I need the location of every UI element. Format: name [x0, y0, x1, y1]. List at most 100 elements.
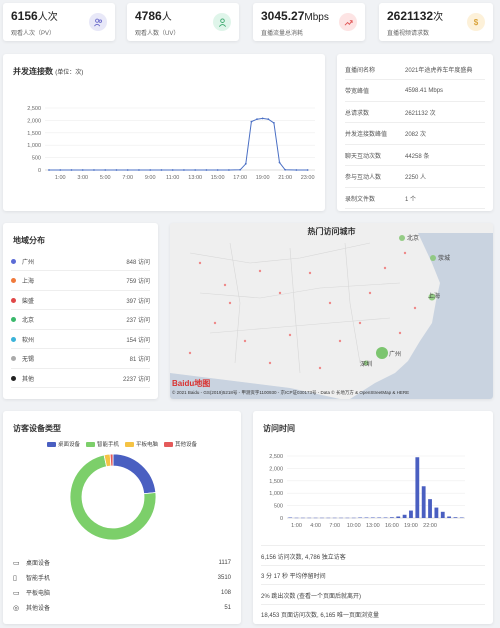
data-point — [194, 169, 197, 171]
y-tick-label: 1,500 — [269, 479, 283, 485]
device-name: 桌面设备 — [26, 561, 51, 567]
x-tick-label: 7:00 — [122, 175, 133, 181]
visit-card: 访问时间 0 500 1,000 1,500 2,000 2,500 1:00 4:00 7:0… — [253, 411, 493, 624]
city-dot-guangzhou — [376, 347, 388, 359]
city-label: 广州 — [389, 352, 402, 358]
x-tick-label: 13:00 — [366, 523, 380, 529]
bar — [434, 507, 439, 518]
x-tick-label: 16:00 — [385, 523, 399, 529]
y-tick-label: 1,500 — [27, 131, 41, 137]
y-tick-label: 1,000 — [269, 491, 283, 497]
region-dot — [11, 258, 16, 264]
concurrent-line-chart: 0 500 1,000 1,500 2,000 2,500 1:00 3:00 5:00 7:00… — [27, 106, 315, 181]
stat-unit: 次 — [433, 12, 444, 23]
city-label: 荥城 — [438, 256, 451, 262]
stat-value: 2621132 — [387, 9, 434, 23]
x-tick-label: 22:00 — [423, 523, 437, 529]
device-value: 3510 — [217, 574, 231, 581]
data-point — [306, 169, 309, 171]
device-row: ▯ 智能手机 3510 — [13, 570, 231, 585]
info-key: 参与互动人数 — [345, 175, 382, 181]
bar — [428, 499, 432, 518]
data-point — [48, 169, 50, 171]
x-tick-label: 1:00 — [55, 175, 66, 181]
region-dot — [11, 278, 16, 283]
x-tick-label: 10:00 — [347, 523, 361, 529]
info-key: 录制文件数 — [345, 196, 376, 203]
x-tick-label: 5:00 — [100, 175, 111, 181]
visit-stat-row: 2% 跳出次数 (查看一个页面后就离开) — [261, 584, 485, 605]
x-tick-label: 3:00 — [77, 175, 88, 181]
region-row: 广州 848 访问 — [11, 252, 150, 271]
region-name: 其他 — [22, 376, 35, 383]
legend-swatch — [125, 441, 135, 447]
info-row: 聊天互动次数 44258 条 — [345, 145, 485, 166]
data-point — [81, 169, 84, 171]
region-name: 广州 — [22, 259, 35, 266]
device-donut-chart — [69, 453, 157, 541]
region-dot — [11, 336, 16, 342]
x-tick-label: 4:00 — [310, 523, 321, 529]
region-value: 2237 访问 — [122, 376, 150, 383]
region-row: 上海 759 访问 — [11, 272, 150, 291]
pie-slice — [112, 453, 157, 495]
x-tick-label: 9:00 — [145, 175, 156, 181]
city-map[interactable] — [170, 223, 493, 399]
stat-card-requests: 2621132次 直播视频请求数 $ — [379, 3, 493, 41]
stat-unit: 人 — [161, 12, 172, 23]
data-point — [244, 162, 247, 165]
dollar-icon: $ — [467, 13, 485, 31]
city-dot-rongcheng — [430, 255, 436, 261]
data-point — [138, 169, 140, 171]
data-point — [250, 120, 253, 123]
info-row: 带宽峰值 4598.41 Mbps — [345, 81, 485, 102]
visit-stat-row: 3 分 17 秒 平均停留时间 — [261, 564, 485, 586]
stat-value: 3045.27 — [261, 9, 305, 23]
user-icon — [213, 13, 231, 31]
region-dot — [11, 375, 16, 381]
data-point — [256, 118, 258, 121]
x-tick-label: 1:00 — [291, 523, 302, 529]
data-point — [115, 169, 118, 171]
live-info-card: 直播间名称 2021年途虎养车年度盛典 带宽峰值 4598.41 Mbps 总请求数 26… — [337, 54, 493, 211]
region-row: 柴盛 397 访问 — [11, 291, 150, 310]
region-value: 759 访问 — [126, 279, 150, 285]
device-value: 51 — [224, 604, 231, 611]
device-row: ◎ 其他设备 51 — [13, 600, 231, 615]
device-value: 1117 — [218, 559, 231, 566]
data-point — [284, 168, 287, 171]
region-name: 无锡 — [22, 357, 35, 363]
y-tick-label: 2,500 — [269, 454, 283, 460]
info-key: 带宽峰值 — [345, 89, 370, 95]
data-point — [205, 169, 208, 171]
region-row: 无锡 81 访问 — [11, 350, 150, 369]
city-label: 深圳 — [360, 362, 373, 368]
data-point — [93, 169, 95, 171]
region-card: 地域分布 广州 848 访问 上海 759 访问 柴盛 397 访问 北京 237 访问 软州 1… — [3, 223, 158, 399]
data-point — [272, 121, 275, 124]
data-point — [70, 169, 73, 171]
y-tick-label: 2,000 — [27, 118, 41, 124]
city-label: 北京 — [407, 236, 420, 242]
legend-swatch — [164, 441, 174, 447]
region-row: 软州 154 访问 — [11, 330, 150, 349]
visit-stat-row: 18,453 页面访问次数, 6,165 唯一页面浏览量 — [261, 603, 485, 625]
trend-up-icon — [339, 13, 357, 31]
region-row: 其他 2237 访问 — [11, 369, 150, 388]
data-point — [239, 168, 242, 171]
bar — [409, 510, 413, 518]
baidu-logo[interactable]: Baidu地图 — [172, 378, 210, 389]
data-point — [59, 169, 62, 171]
data-point — [295, 169, 298, 171]
x-tick-label: 19:00 — [404, 523, 418, 529]
info-value: 2621132 次 — [405, 110, 436, 117]
x-tick-label: 21:00 — [278, 175, 292, 181]
device-value: 108 — [220, 589, 231, 596]
info-value: 2250 人 — [405, 175, 427, 181]
y-tick-label: 2,500 — [27, 106, 41, 112]
map-card[interactable]: 热门访问城市 北京 荥城 上海 广州 深圳 Baidu地图 © 2021 Bai… — [170, 223, 493, 399]
stat-value: 6156 — [11, 9, 38, 23]
device-name: 平板电脑 — [26, 591, 51, 597]
bar — [453, 517, 458, 518]
data-point — [149, 169, 152, 171]
